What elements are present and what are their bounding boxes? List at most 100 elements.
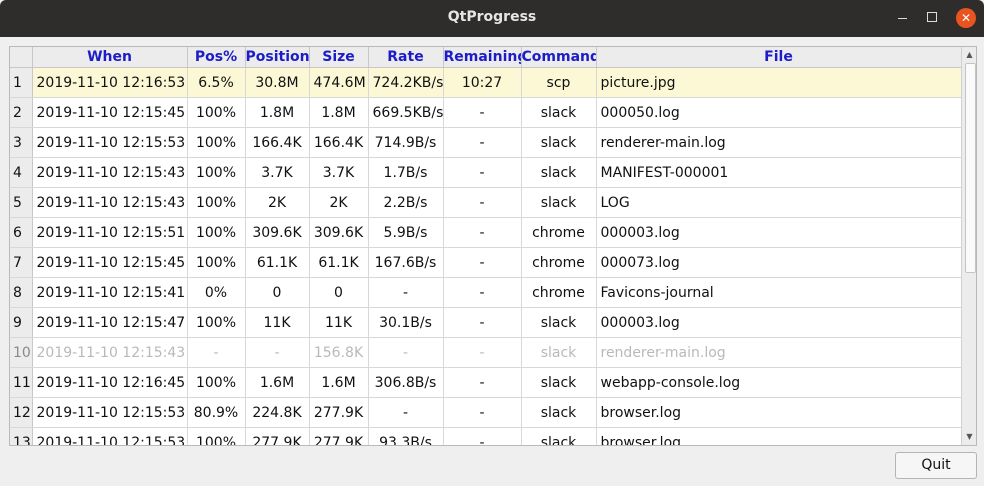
cell-pos-percent[interactable]: 100% xyxy=(187,427,246,445)
cell-when[interactable]: 2019-11-10 12:15:43 xyxy=(32,187,188,218)
row-number[interactable]: 8 xyxy=(10,277,33,308)
table-row[interactable]: 9 2019-11-10 12:15:47 100% 11K 11K 30.1B/s - sl… xyxy=(10,307,962,338)
scroll-up-arrow-icon[interactable]: ▲ xyxy=(962,48,976,62)
cell-remaining[interactable]: - xyxy=(443,427,522,445)
cell-rate[interactable]: 30.1B/s xyxy=(368,307,444,338)
cell-command[interactable]: slack xyxy=(521,157,597,188)
scrollbar-thumb[interactable] xyxy=(965,63,976,273)
table-row[interactable]: 8 2019-11-10 12:15:41 0% 0 0- - chrome Favicons… xyxy=(10,277,962,308)
cell-command[interactable]: slack xyxy=(521,427,597,445)
cell-size[interactable]: 474.6M xyxy=(309,67,369,98)
cell-when[interactable]: 2019-11-10 12:15:41 xyxy=(32,277,188,308)
column-header-rate[interactable]: Rate xyxy=(368,47,444,68)
cell-remaining[interactable]: - xyxy=(443,337,522,368)
cell-size[interactable]: 277.9K xyxy=(309,397,369,428)
cell-pos-percent[interactable]: 100% xyxy=(187,367,246,398)
cell-file[interactable]: 000003.log xyxy=(596,217,962,248)
cell-remaining[interactable]: - xyxy=(443,127,522,158)
cell-command[interactable]: slack xyxy=(521,397,597,428)
cell-rate[interactable]: 306.8B/s xyxy=(368,367,444,398)
cell-when[interactable]: 2019-11-10 12:15:43 xyxy=(32,337,188,368)
maximize-icon[interactable] xyxy=(922,8,942,28)
column-header-position[interactable]: Position xyxy=(245,47,310,68)
cell-pos-percent[interactable]: 100% xyxy=(187,127,246,158)
cell-file[interactable]: 000073.log xyxy=(596,247,962,278)
cell-command[interactable]: slack xyxy=(521,97,597,128)
table-row[interactable]: 12 2019-11-10 12:15:53 80.9% 224.8K 277.9K - -… xyxy=(10,397,962,428)
cell-file[interactable]: picture.jpg xyxy=(596,67,962,98)
cell-size[interactable]: 61.1K xyxy=(309,247,369,278)
cell-size[interactable]: 0 xyxy=(309,277,369,308)
scroll-down-arrow-icon[interactable]: ▼ xyxy=(962,430,976,444)
cell-remaining[interactable]: - xyxy=(443,247,522,278)
cell-remaining[interactable]: - xyxy=(443,217,522,248)
column-header-pos-percent[interactable]: Pos% xyxy=(187,47,246,68)
cell-rate[interactable]: 93.3B/s xyxy=(368,427,444,445)
cell-pos-percent[interactable]: 100% xyxy=(187,187,246,218)
cell-rate[interactable]: - xyxy=(368,277,444,308)
cell-when[interactable]: 2019-11-10 12:15:45 xyxy=(32,247,188,278)
cell-pos-percent[interactable]: 80.9% xyxy=(187,397,246,428)
cell-pos-percent[interactable]: 100% xyxy=(187,157,246,188)
cell-command[interactable]: chrome xyxy=(521,247,597,278)
cell-when[interactable]: 2019-11-10 12:15:53 xyxy=(32,127,188,158)
cell-rate[interactable]: 669.5KB/s xyxy=(368,97,444,128)
table-row[interactable]: 1 2019-11-10 12:16:53 6.5% 30.8M 474.6M 724.2… xyxy=(10,67,962,98)
row-number[interactable]: 7 xyxy=(10,247,33,278)
row-number[interactable]: 3 xyxy=(10,127,33,158)
cell-when[interactable]: 2019-11-10 12:16:53 xyxy=(32,67,188,98)
cell-position[interactable]: 2K xyxy=(245,187,310,218)
table-row[interactable]: 6 2019-11-10 12:15:51 100% 309.6K 309.6K 5.9B… xyxy=(10,217,962,248)
row-number[interactable]: 10 xyxy=(10,337,33,368)
table-row[interactable]: 7 2019-11-10 12:15:45 100% 61.1K 61.1K 167.6B… xyxy=(10,247,962,278)
progress-table[interactable]: When Pos% Position Size Rate Remaining C… xyxy=(9,46,977,446)
cell-size[interactable]: 156.8K xyxy=(309,337,369,368)
cell-size[interactable]: 3.7K xyxy=(309,157,369,188)
row-number[interactable]: 11 xyxy=(10,367,33,398)
cell-when[interactable]: 2019-11-10 12:15:51 xyxy=(32,217,188,248)
cell-rate[interactable]: 714.9B/s xyxy=(368,127,444,158)
cell-command[interactable]: slack xyxy=(521,187,597,218)
column-header-command[interactable]: Command xyxy=(521,47,597,68)
cell-size[interactable]: 2K xyxy=(309,187,369,218)
cell-file[interactable]: browser.log xyxy=(596,427,962,445)
cell-remaining[interactable]: - xyxy=(443,277,522,308)
cell-size[interactable]: 11K xyxy=(309,307,369,338)
cell-command[interactable]: slack xyxy=(521,127,597,158)
cell-remaining[interactable]: - xyxy=(443,397,522,428)
cell-remaining[interactable]: - xyxy=(443,187,522,218)
cell-position[interactable]: 1.8M xyxy=(245,97,310,128)
row-number[interactable]: 9 xyxy=(10,307,33,338)
cell-rate[interactable]: 5.9B/s xyxy=(368,217,444,248)
close-icon[interactable]: ✕ xyxy=(956,8,976,28)
cell-remaining[interactable]: - xyxy=(443,367,522,398)
column-header-when[interactable]: When xyxy=(32,47,188,68)
row-number[interactable]: 12 xyxy=(10,397,33,428)
table-row[interactable]: 3 2019-11-10 12:15:53 100% 166.4K 166.4K 714.… xyxy=(10,127,962,158)
table-row[interactable]: 11 2019-11-10 12:16:45 100% 1.6M 1.6M 306.8B/… xyxy=(10,367,962,398)
cell-when[interactable]: 2019-11-10 12:15:45 xyxy=(32,97,188,128)
cell-rate[interactable]: 724.2KB/s xyxy=(368,67,444,98)
cell-pos-percent[interactable]: 100% xyxy=(187,247,246,278)
table-row[interactable]: 13 2019-11-10 12:15:53 100% 277.9K 277.9K 93.… xyxy=(10,427,962,445)
cell-file[interactable]: renderer-main.log xyxy=(596,337,962,368)
cell-command[interactable]: slack xyxy=(521,307,597,338)
column-header-remaining[interactable]: Remaining xyxy=(443,47,522,68)
cell-pos-percent[interactable]: 0% xyxy=(187,277,246,308)
cell-size[interactable]: 277.9K xyxy=(309,427,369,445)
cell-position[interactable]: - xyxy=(245,337,310,368)
cell-file[interactable]: renderer-main.log xyxy=(596,127,962,158)
cell-file[interactable]: Favicons-journal xyxy=(596,277,962,308)
cell-pos-percent[interactable]: 6.5% xyxy=(187,67,246,98)
cell-pos-percent[interactable]: 100% xyxy=(187,307,246,338)
cell-position[interactable]: 309.6K xyxy=(245,217,310,248)
cell-position[interactable]: 224.8K xyxy=(245,397,310,428)
column-header-size[interactable]: Size xyxy=(309,47,369,68)
cell-when[interactable]: 2019-11-10 12:15:53 xyxy=(32,427,188,445)
cell-command[interactable]: chrome xyxy=(521,277,597,308)
cell-when[interactable]: 2019-11-10 12:15:43 xyxy=(32,157,188,188)
vertical-scrollbar[interactable]: ▲ ▼ xyxy=(961,47,976,445)
cell-position[interactable]: 166.4K xyxy=(245,127,310,158)
cell-file[interactable]: browser.log xyxy=(596,397,962,428)
cell-when[interactable]: 2019-11-10 12:16:45 xyxy=(32,367,188,398)
